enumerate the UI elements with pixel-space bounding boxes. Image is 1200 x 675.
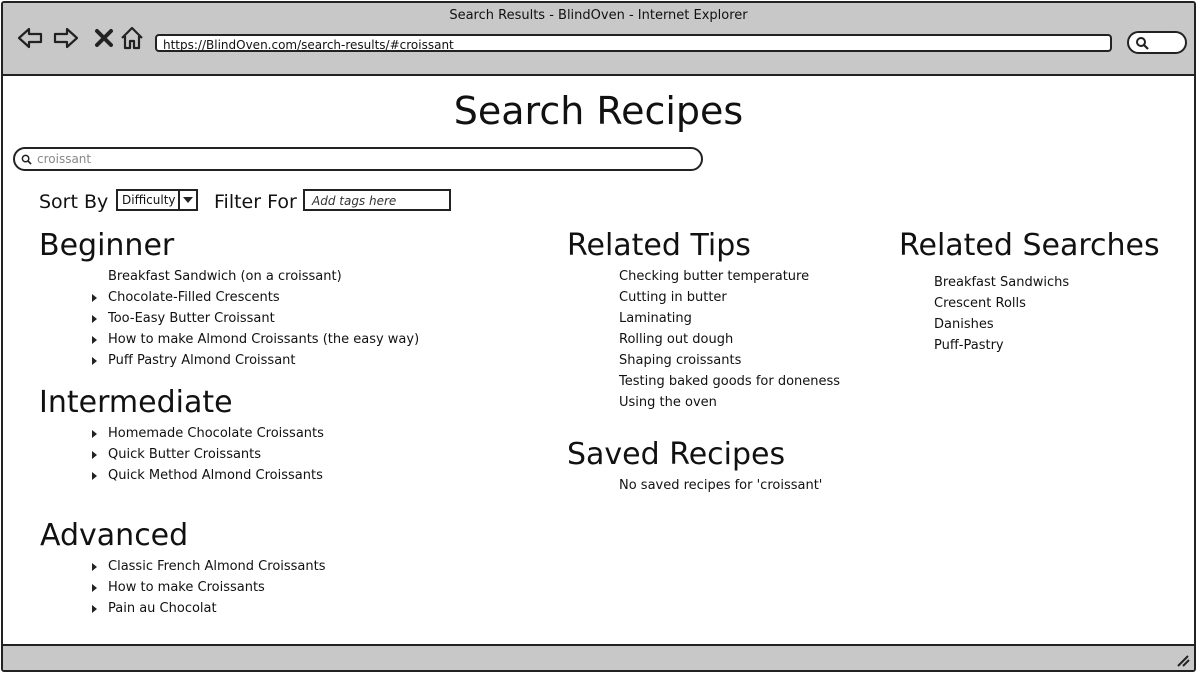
related-search-link[interactable]: Puff-Pastry <box>934 338 1004 353</box>
bullet-icon <box>92 315 97 323</box>
sort-label: Sort By <box>39 191 109 213</box>
search-icon <box>1136 37 1149 50</box>
tip-link[interactable]: Laminating <box>619 311 692 326</box>
recipe-link[interactable]: Quick Butter Croissants <box>108 447 261 462</box>
bullet-icon <box>92 294 97 302</box>
bullet-icon <box>92 357 97 365</box>
saved-recipes-empty-message: No saved recipes for 'croissant' <box>619 478 823 493</box>
intermediate-heading: Intermediate <box>39 385 233 420</box>
tip-link[interactable]: Checking butter temperature <box>619 269 809 284</box>
recipe-link[interactable]: Classic French Almond Croissants <box>108 559 326 574</box>
tip-link[interactable]: Shaping croissants <box>619 353 741 368</box>
browser-titlebar: Search Results - BlindOven - Internet Ex… <box>3 3 1194 76</box>
filter-label: Filter For <box>214 191 297 213</box>
sort-value: Difficulty <box>122 193 176 207</box>
bullet-icon <box>92 451 97 459</box>
bullet-icon <box>92 336 97 344</box>
tip-link[interactable]: Testing baked goods for doneness <box>619 374 840 389</box>
back-icon[interactable] <box>17 25 43 51</box>
recipe-link[interactable]: Chocolate-Filled Crescents <box>108 290 280 305</box>
recipe-link[interactable]: Puff Pastry Almond Croissant <box>108 353 296 368</box>
related-search-link[interactable]: Crescent Rolls <box>934 296 1026 311</box>
bullet-icon <box>92 472 97 480</box>
bullet-icon <box>92 563 97 571</box>
home-icon[interactable] <box>119 25 145 51</box>
saved-recipes-heading: Saved Recipes <box>567 437 786 472</box>
recipe-link[interactable]: How to make Croissants <box>108 580 265 595</box>
bullet-icon <box>92 584 97 592</box>
browser-search-box[interactable] <box>1127 31 1187 54</box>
tip-link[interactable]: Cutting in butter <box>619 290 727 305</box>
browser-window: Search Results - BlindOven - Internet Ex… <box>1 1 1196 672</box>
resize-grip-icon[interactable] <box>1174 653 1190 667</box>
sort-select[interactable]: Difficulty <box>116 189 198 211</box>
bullet-icon <box>92 430 97 438</box>
window-title: Search Results - BlindOven - Internet Ex… <box>449 8 748 23</box>
tip-link[interactable]: Using the oven <box>619 395 717 410</box>
recipe-link[interactable]: Pain au Chocolat <box>108 601 217 616</box>
chevron-down-icon[interactable] <box>178 191 196 209</box>
related-search-link[interactable]: Danishes <box>934 317 994 332</box>
related-searches-heading: Related Searches <box>899 228 1160 263</box>
recipe-link[interactable]: Quick Method Almond Croissants <box>108 468 323 483</box>
tags-input[interactable]: Add tags here <box>303 189 451 211</box>
tip-link[interactable]: Rolling out dough <box>619 332 733 347</box>
forward-icon[interactable] <box>53 25 79 51</box>
advanced-heading: Advanced <box>40 518 189 553</box>
tags-placeholder: Add tags here <box>312 194 397 208</box>
recipe-link[interactable]: How to make Almond Croissants (the easy … <box>108 332 419 347</box>
search-value: croissant <box>37 152 92 166</box>
recipe-link[interactable]: Homemade Chocolate Croissants <box>108 426 324 441</box>
bullet-icon <box>92 605 97 613</box>
beginner-heading: Beginner <box>39 228 175 263</box>
status-bar <box>3 644 1194 670</box>
page-title: Search Recipes <box>453 89 744 133</box>
search-icon <box>21 154 32 165</box>
recipe-search-input[interactable]: croissant <box>13 147 703 171</box>
address-bar[interactable]: https://BlindOven.com/search-results/#cr… <box>155 34 1112 52</box>
recipe-link[interactable]: Too-Easy Butter Croissant <box>108 311 275 326</box>
related-tips-heading: Related Tips <box>567 228 751 263</box>
recipe-link[interactable]: Breakfast Sandwich (on a croissant) <box>108 269 342 284</box>
related-search-link[interactable]: Breakfast Sandwichs <box>934 275 1069 290</box>
stop-icon[interactable] <box>91 25 117 51</box>
